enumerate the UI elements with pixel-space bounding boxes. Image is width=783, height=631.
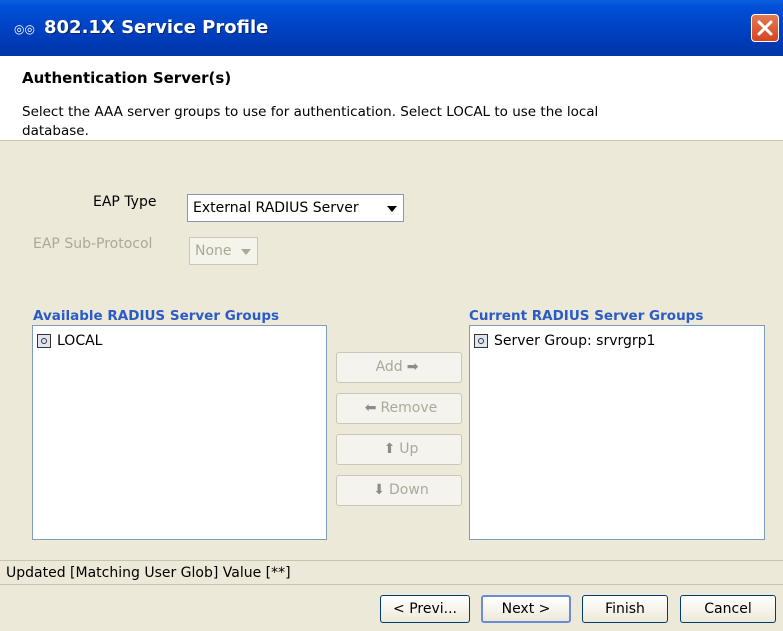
server-group-icon: [474, 334, 488, 348]
list-item[interactable]: Server Group: srvrgrp1: [474, 333, 655, 349]
chevron-down-icon: [387, 206, 397, 212]
page-description: Select the AAA server groups to use for …: [22, 104, 599, 139]
available-groups-label: Available RADIUS Server Groups: [33, 308, 280, 324]
eap-sub-protocol-label: EAP Sub-Protocol: [33, 236, 153, 252]
remove-button[interactable]: ⬅ Remove: [336, 393, 462, 424]
remove-button-label: Remove: [380, 400, 438, 416]
list-item-label: LOCAL: [57, 333, 103, 349]
status-bar: Updated [Matching User Glob] Value [**]: [0, 560, 783, 584]
eap-type-select[interactable]: External RADIUS Server: [187, 194, 404, 222]
previous-button[interactable]: < Previ...: [380, 595, 470, 623]
eap-sub-protocol-select[interactable]: None: [189, 237, 258, 265]
next-button[interactable]: Next >: [481, 595, 571, 623]
list-item[interactable]: LOCAL: [37, 333, 102, 349]
title-bar[interactable]: ◎◎ 802.1X Service Profile: [0, 0, 783, 56]
up-button-label: Up: [399, 441, 419, 457]
finish-button[interactable]: Finish: [582, 595, 668, 623]
window-title: 802.1X Service Profile: [44, 17, 269, 38]
list-item-label: Server Group: srvrgrp1: [494, 333, 656, 349]
add-button-label: Add: [375, 359, 403, 375]
page-title: Authentication Server(s): [22, 69, 232, 87]
chevron-down-icon: [241, 249, 251, 255]
up-button[interactable]: ⬆ Up: [336, 434, 462, 465]
arrow-right-icon: ➡: [406, 359, 419, 375]
header-panel: Authentication Server(s) Select the AAA …: [0, 56, 783, 141]
current-groups-list[interactable]: Server Group: srvrgrp1: [469, 325, 765, 540]
add-button[interactable]: Add ➡: [336, 352, 462, 383]
close-button[interactable]: [751, 14, 779, 42]
arrow-up-icon: ⬆: [383, 441, 396, 457]
down-button-label: Down: [389, 482, 429, 498]
down-button[interactable]: ⬇ Down: [336, 475, 462, 506]
eap-type-value: External RADIUS Server: [193, 200, 359, 216]
dialog-window: ◎◎ 802.1X Service Profile Authentication…: [0, 0, 783, 630]
cancel-button[interactable]: Cancel: [680, 595, 776, 623]
server-group-icon: [37, 334, 51, 348]
eap-sub-protocol-value: None: [195, 243, 232, 259]
current-groups-label: Current RADIUS Server Groups: [469, 308, 704, 324]
available-groups-list[interactable]: LOCAL: [32, 325, 327, 540]
footer-bar: < Previ... Next > Finish Cancel: [0, 584, 783, 631]
arrow-down-icon: ⬇: [373, 482, 386, 498]
arrow-left-icon: ⬅: [364, 400, 377, 416]
app-icon: ◎◎: [14, 22, 35, 36]
close-icon: [757, 20, 773, 36]
eap-type-label: EAP Type: [93, 194, 157, 210]
